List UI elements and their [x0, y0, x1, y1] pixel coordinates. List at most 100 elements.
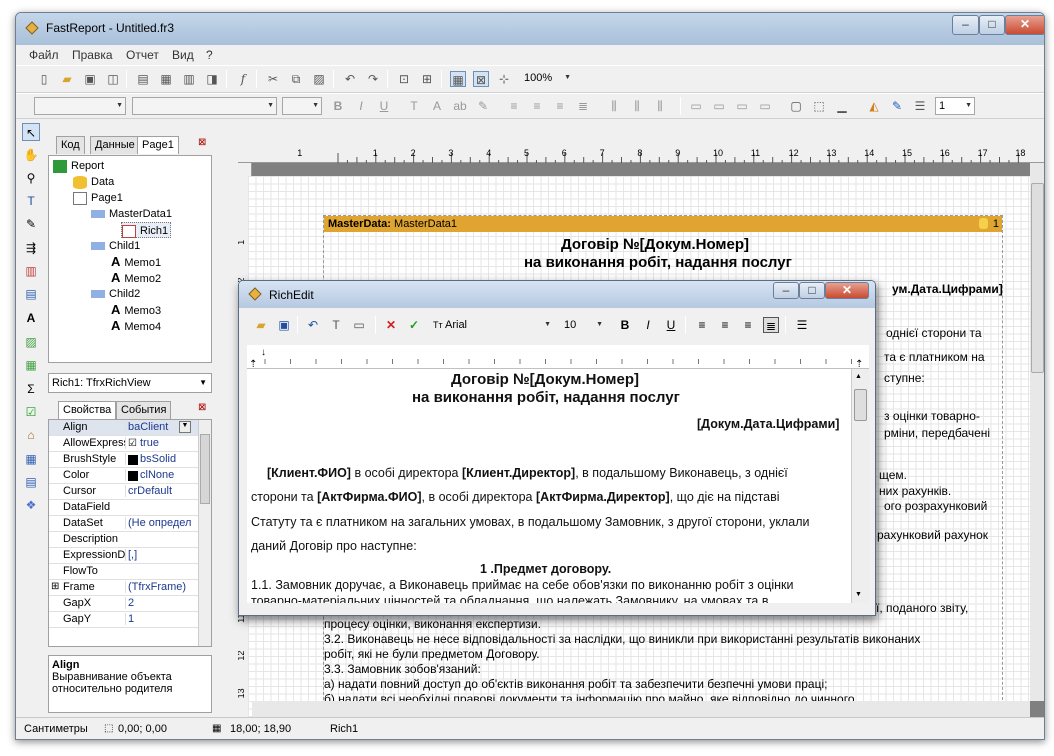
bold-icon[interactable]: B	[330, 98, 346, 114]
preview-icon[interactable]: ◫	[105, 71, 121, 87]
tab-page1[interactable]: Page1	[137, 136, 179, 154]
bullets-icon[interactable]: ☰	[794, 317, 810, 333]
subreport-icon[interactable]: ▦	[22, 356, 40, 374]
align-to-grid-icon[interactable]: ⊠	[473, 71, 489, 87]
prop-row-cursor[interactable]: Cursor crDefault	[49, 484, 199, 500]
picture-icon[interactable]: ▨	[22, 333, 40, 351]
align-right-icon[interactable]: ≡	[552, 98, 568, 114]
richedit-document[interactable]: Договір №[Докум.Номер] на виконання робі…	[247, 369, 851, 603]
cancel-icon[interactable]: ✕	[383, 317, 399, 333]
underline-icon[interactable]: U	[376, 98, 392, 114]
barcode-icon[interactable]: ⌂	[22, 426, 40, 444]
prop-row-description[interactable]: Description	[49, 532, 199, 548]
italic-icon[interactable]: I	[353, 98, 369, 114]
close-inspector-icon[interactable]: ⊠	[198, 402, 206, 413]
format-painter-icon[interactable]: ✎	[475, 98, 491, 114]
font-icon[interactable]: T	[406, 98, 422, 114]
chart-icon[interactable]: ▥	[22, 262, 40, 280]
prop-row-gapx[interactable]: GapX 2	[49, 596, 199, 612]
text-tool-icon[interactable]: T	[22, 192, 40, 210]
italic-icon[interactable]: I	[640, 317, 656, 333]
tree-node-child1[interactable]: Child1	[91, 238, 140, 254]
frame-right-icon[interactable]: ▭	[757, 98, 773, 114]
insert-expression-icon[interactable]: ▭	[351, 317, 367, 333]
delete-page-icon[interactable]: ▥	[181, 71, 197, 87]
prop-row-flowto[interactable]: FlowTo	[49, 564, 199, 580]
align-right-icon[interactable]: ≡	[740, 317, 756, 333]
variables-icon[interactable]: f	[235, 71, 251, 87]
prop-row-allowexpress[interactable]: AllowExpress true ☑	[49, 436, 199, 452]
scroll-up-icon[interactable]: ▲	[855, 373, 862, 380]
table-icon[interactable]: ▤	[22, 473, 40, 491]
richedit-close-button[interactable]: ✕	[825, 282, 869, 299]
bold-icon[interactable]: B	[617, 317, 633, 333]
valign-top-icon[interactable]: ⫼	[606, 98, 622, 114]
frame-all-icon[interactable]: ▢	[788, 98, 804, 114]
frame-width-combo[interactable]: 1 ▼	[935, 97, 975, 115]
new-dialog-icon[interactable]: ▦	[158, 71, 174, 87]
shadow-icon[interactable]: ▁	[834, 98, 850, 114]
menu-file[interactable]: Файл	[29, 48, 59, 62]
close-button[interactable]: ✕	[1005, 15, 1044, 35]
property-scrollbar[interactable]	[198, 420, 211, 646]
richedit-font-combo[interactable]: Tт Arial ▼	[431, 317, 553, 335]
scroll-thumb[interactable]	[854, 389, 867, 421]
tree-node-report[interactable]: Report	[53, 158, 104, 174]
new-page-icon[interactable]: ▤	[135, 71, 151, 87]
font-name-combo[interactable]: ▼	[132, 97, 277, 115]
menu-help[interactable]: ?	[206, 48, 213, 62]
copy-icon[interactable]: ⧉	[288, 71, 304, 87]
tree-node-page1[interactable]: Page1	[73, 190, 123, 206]
design-vertical-scrollbar[interactable]	[1030, 163, 1044, 701]
frame-color-icon[interactable]: ✎	[889, 98, 905, 114]
open-icon[interactable]: ▰	[253, 317, 269, 333]
sum-icon[interactable]: Σ	[22, 380, 40, 398]
prop-row-datafield[interactable]: DataField	[49, 500, 199, 516]
show-grid-icon[interactable]: ▦	[450, 71, 466, 87]
zoom-tool-icon[interactable]: ⚲	[22, 169, 40, 187]
align-center-icon[interactable]: ≡	[717, 317, 733, 333]
prop-row-frame[interactable]: ⊞ Frame (TfrxFrame)	[49, 580, 199, 596]
font-color-icon[interactable]: A	[429, 98, 445, 114]
richedit-minimize-button[interactable]: –	[773, 282, 799, 299]
underline-icon[interactable]: U	[663, 317, 679, 333]
frame-style-icon[interactable]: ☰	[912, 98, 928, 114]
page-settings-icon[interactable]: ◨	[204, 71, 220, 87]
fit-to-grid-icon[interactable]: ⊹	[496, 71, 512, 87]
select-tool-icon[interactable]: ↖	[22, 123, 40, 141]
redo-icon[interactable]: ↷	[365, 71, 381, 87]
tree-node-data[interactable]: Data	[73, 174, 114, 190]
align-left-icon[interactable]: ≡	[506, 98, 522, 114]
undo-icon[interactable]: ↶	[342, 71, 358, 87]
rich-text-icon[interactable]: ▤	[22, 285, 40, 303]
font-size-combo[interactable]: ▼	[282, 97, 322, 115]
design-horizontal-scrollbar[interactable]	[252, 701, 1030, 717]
tree-node-memo2[interactable]: A Memo2	[111, 270, 161, 286]
align-center-icon[interactable]: ≡	[529, 98, 545, 114]
paste-icon[interactable]: ▨	[311, 71, 327, 87]
prop-row-expressionde[interactable]: ExpressionDe [,]	[49, 548, 199, 564]
valign-center-icon[interactable]: ⫼	[629, 98, 645, 114]
frame-left-icon[interactable]: ▭	[734, 98, 750, 114]
tab-code[interactable]: Код	[56, 136, 85, 154]
tree-node-memo4[interactable]: A Memo4	[111, 318, 161, 334]
fill-color-icon[interactable]: ◭	[866, 98, 882, 114]
prop-row-align[interactable]: Align baClient ▼	[49, 420, 199, 436]
tree-node-child2[interactable]: Child2	[91, 286, 140, 302]
prop-row-dataset[interactable]: DataSet (Не определ	[49, 516, 199, 532]
checkbox-icon[interactable]: ☑	[22, 403, 40, 421]
valign-bottom-icon[interactable]: ⫼	[652, 98, 668, 114]
prop-row-gapy[interactable]: GapY 1	[49, 612, 199, 628]
tree-node-masterdata1[interactable]: MasterData1	[91, 206, 172, 222]
style-combo[interactable]: ▼	[34, 97, 126, 115]
maximize-button[interactable]: □	[979, 15, 1005, 35]
object-selector[interactable]: Rich1: TfrxRichView ▼	[48, 373, 212, 393]
band-icon[interactable]: ⇶	[22, 239, 40, 257]
frame-bottom-icon[interactable]: ▭	[711, 98, 727, 114]
format-copy-icon[interactable]: ✎	[22, 215, 40, 233]
align-justify-icon[interactable]: ≣	[575, 98, 591, 114]
tab-data[interactable]: Данные	[90, 136, 140, 154]
close-panel-icon[interactable]: ⊠	[198, 137, 206, 148]
save-icon[interactable]: ▣	[82, 71, 98, 87]
richedit-size-combo[interactable]: 10 ▼	[561, 317, 605, 335]
